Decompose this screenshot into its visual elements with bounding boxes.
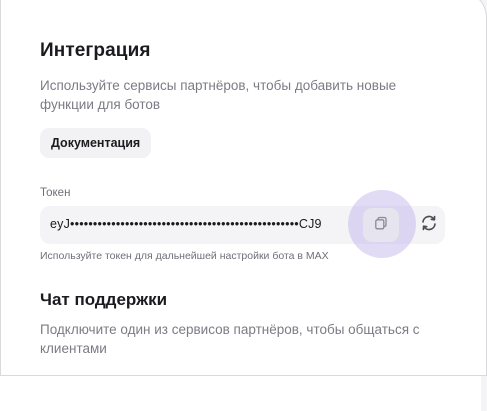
refresh-icon (419, 213, 439, 238)
integration-title: Интеграция (40, 40, 151, 61)
copy-icon (374, 216, 388, 235)
documentation-button[interactable]: Документация (40, 128, 152, 158)
integration-subtitle: Используйте сервисы партнёров, чтобы доб… (40, 78, 397, 112)
token-label: Токен (40, 187, 71, 199)
refresh-token-button[interactable] (414, 208, 444, 242)
support-chat-subtitle: Подключите один из сервисов партнёров, ч… (40, 322, 420, 356)
token-value: eyJ•••••••••••••••••••••••••••••••••••••… (50, 217, 322, 231)
token-hint: Используйте токен для дальнейшей настрой… (40, 250, 329, 262)
app-stage: Интеграция Используйте сервисы партнёров… (0, 0, 487, 411)
support-chat-title: Чат поддержки (40, 290, 168, 309)
copy-token-button[interactable] (363, 208, 399, 242)
